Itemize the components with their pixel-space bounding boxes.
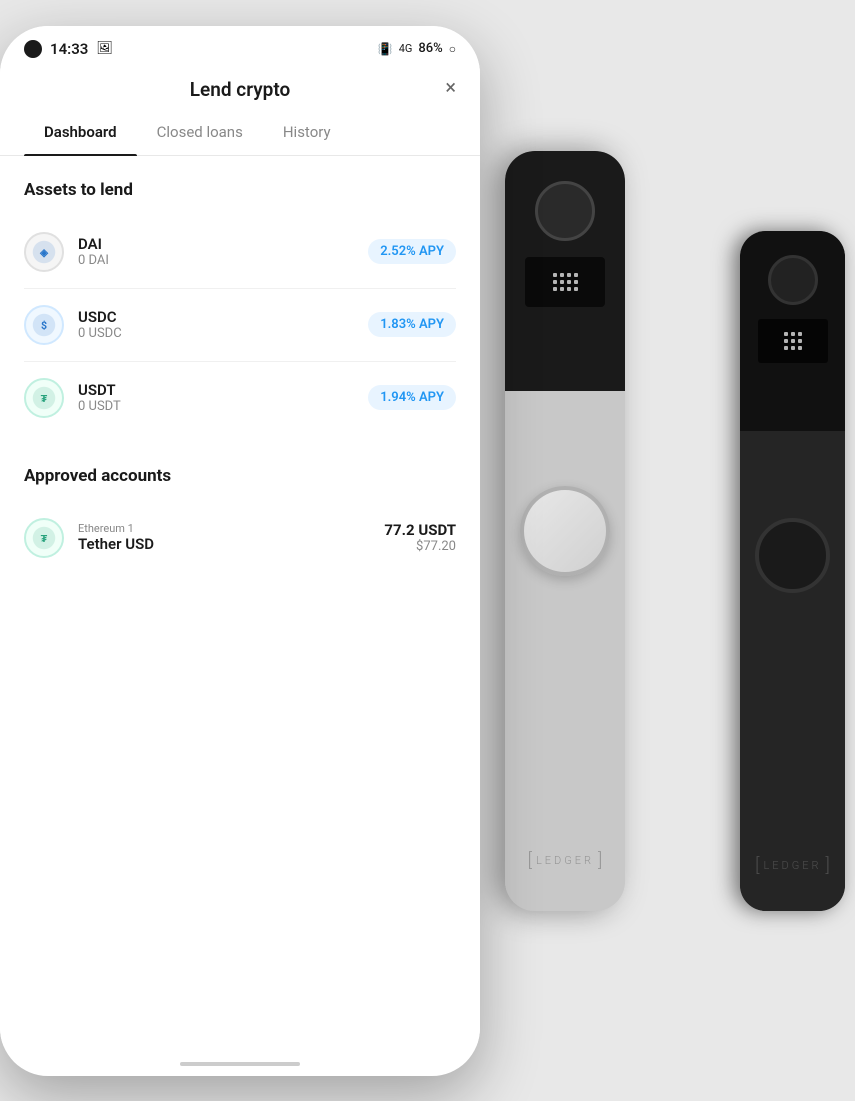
svg-text:₮: ₮ [41,531,48,544]
tether-amount: 77.2 USDT $77.20 [384,521,456,554]
tether-info: Ethereum 1 Tether USD [78,522,384,553]
ledger-secondary: [ LEDGER ] [740,231,845,911]
ledger-bracket-right: ] [598,850,602,871]
usdc-balance: 0 USDC [78,326,368,341]
tether-amount-value: 77.2 USDT [384,521,456,539]
main-content: Assets to lend ◈ DAI 0 DAI 2.52% APY [0,156,480,1046]
usdc-icon: $ [24,305,64,345]
app-header: Lend crypto × [0,66,480,109]
ledger-devices: [ LEDGER ] [475,101,855,1001]
ledger-sec-screen [758,319,828,363]
asset-item-usdc[interactable]: $ USDC 0 USDC 1.83% APY [24,289,456,362]
dai-logo: ◈ [32,240,56,264]
ledger-logo-text: LEDGER [536,854,594,867]
usdc-apy: 1.83% APY [368,312,456,337]
status-bar: 14:33 🖼 📳 4G 86% ○ [0,26,480,66]
status-icons: 📳 4G 86% ○ [378,41,456,56]
ledger-sec-main-button [755,518,830,593]
ledger-screen [525,257,605,307]
ledger-bracket-left: [ [528,850,532,871]
ledger-main-button [520,486,610,576]
usdt-balance: 0 USDT [78,399,368,414]
close-button[interactable]: × [445,77,456,97]
tether-icon: ₮ [24,518,64,558]
usdc-symbol: USDC [78,308,368,326]
svg-text:$: $ [41,318,47,331]
dai-symbol: DAI [78,235,368,253]
ledger-sec-top-button [768,255,818,305]
dai-info: DAI 0 DAI [78,235,368,268]
approved-section-title: Approved accounts [24,466,456,486]
svg-text:◈: ◈ [39,245,49,258]
usdc-info: USDC 0 USDC [78,308,368,341]
tether-logo: ₮ [32,526,56,550]
tab-bar: Dashboard Closed loans History [0,109,480,156]
ledger-sec-bracket-left: [ [755,855,759,876]
tab-dashboard[interactable]: Dashboard [24,109,137,155]
status-time: 14:33 [50,40,88,58]
dai-icon: ◈ [24,232,64,272]
camera-dot [24,40,42,58]
usdc-logo: $ [32,313,56,337]
ledger-sec-logo-text: LEDGER [763,859,821,872]
tab-closed-loans[interactable]: Closed loans [137,109,263,155]
svg-text:₮: ₮ [41,391,48,404]
battery-level: 86% [418,41,442,56]
tether-account: Ethereum 1 [78,522,384,535]
usdt-info: USDT 0 USDT [78,381,368,414]
ledger-primary: [ LEDGER ] [505,151,625,911]
approved-item-tether[interactable]: ₮ Ethereum 1 Tether USD 77.2 USDT $77.20 [24,502,456,574]
asset-item-usdt[interactable]: ₮ USDT 0 USDT 1.94% APY [24,362,456,434]
usdt-symbol: USDT [78,381,368,399]
dai-balance: 0 DAI [78,253,368,268]
asset-item-dai[interactable]: ◈ DAI 0 DAI 2.52% APY [24,216,456,289]
app-title: Lend crypto [190,78,290,101]
tether-amount-usd: $77.20 [384,539,456,554]
assets-section-title: Assets to lend [24,180,456,200]
tether-name: Tether USD [78,535,384,553]
usdt-icon: ₮ [24,378,64,418]
signal-icon: 4G [399,42,413,55]
usdt-apy: 1.94% APY [368,385,456,410]
vibrate-icon: 📳 [378,42,393,56]
usdt-logo: ₮ [32,386,56,410]
tab-history[interactable]: History [263,109,351,155]
dai-apy: 2.52% APY [368,239,456,264]
phone-frame: 14:33 🖼 📳 4G 86% ○ Lend crypto × Dashboa… [0,26,480,1076]
thumbnail-icon: 🖼 [96,41,113,56]
battery-icon: ○ [449,42,456,56]
ledger-top-button [535,181,595,241]
home-indicator [180,1062,300,1066]
ledger-sec-bracket-right: ] [826,855,830,876]
approved-list: ₮ Ethereum 1 Tether USD 77.2 USDT $77.20 [24,502,456,574]
asset-list: ◈ DAI 0 DAI 2.52% APY $ USDC [24,216,456,434]
